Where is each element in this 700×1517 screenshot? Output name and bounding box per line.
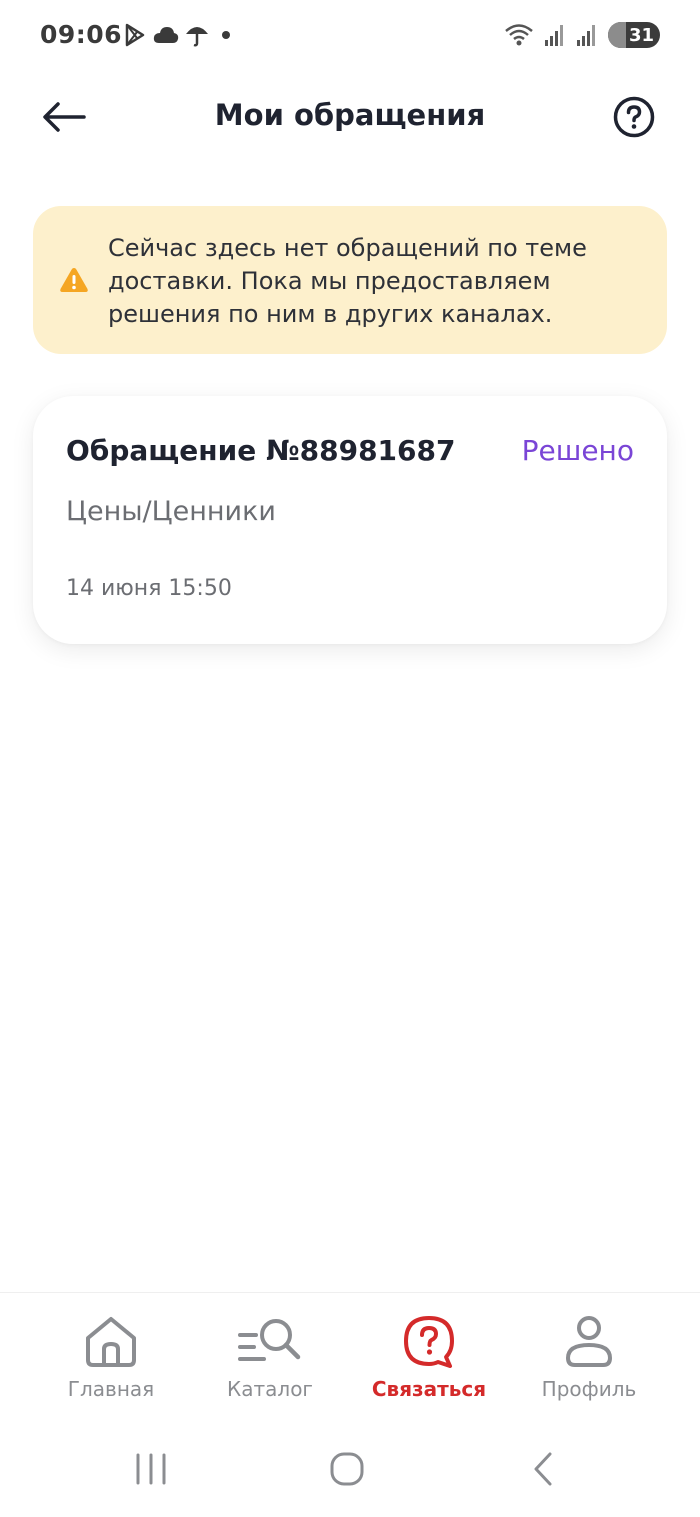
umbrella-icon [186,27,208,47]
nav-item-catalog[interactable]: Каталог [190,1313,350,1413]
chevron-left-icon [534,1452,552,1486]
notice-text: Сейчас здесь нет обращений по теме доста… [108,234,587,328]
status-right-icons: 31 [504,22,660,48]
nav-label-contact: Связаться [371,1377,487,1401]
home-circle-icon [330,1452,364,1486]
ticket-title: Обращение №88981687 [66,434,456,467]
dot-icon [222,31,230,39]
page-title: Мои обращения [214,98,486,132]
battery-level: 31 [628,24,654,46]
catalog-search-icon [238,1319,301,1361]
warning-icon [60,268,88,292]
profile-icon [565,1316,613,1367]
battery-indicator: 31 [608,22,660,48]
back-system-button[interactable] [513,1444,573,1494]
system-nav [0,1430,700,1510]
chat-question-icon [404,1316,454,1368]
cloud-icon [153,27,179,43]
ticket-topic: Цены/Ценники [66,496,276,527]
ticket-card[interactable]: Обращение №88981687 Решено Цены/Ценники … [33,396,667,644]
nav-item-contact[interactable]: Связаться [349,1313,509,1413]
bottom-nav: Главная Каталог Связаться Профиль [0,1292,700,1422]
info-notice: Сейчас здесь нет обращений по теме доста… [33,206,667,354]
status-time: 09:06 [40,20,123,49]
recent-apps-button[interactable] [121,1444,181,1494]
home-system-button[interactable] [317,1444,377,1494]
wifi-icon [505,24,533,46]
play-store-icon [125,23,145,47]
nav-item-home[interactable]: Главная [31,1313,191,1413]
ticket-status-badge: Решено [521,434,634,467]
help-button[interactable] [613,96,655,138]
question-circle-icon [613,96,655,138]
recent-apps-icon [136,1453,166,1485]
nav-label-profile: Профиль [541,1377,637,1401]
status-bar: 09:06 31 [0,0,700,72]
ticket-date: 14 июня 15:50 [66,576,232,601]
nav-label-catalog: Каталог [227,1377,313,1401]
signal-icon [577,25,595,46]
home-icon [86,1317,136,1367]
status-left-icons [122,22,234,48]
header: Мои обращения [0,80,700,154]
nav-item-profile[interactable]: Профиль [509,1313,669,1413]
screen: 09:06 31 Мои обращения Сейчас здесь нет … [0,0,700,1517]
nav-label-home: Главная [67,1377,155,1401]
signal-icon [545,25,563,46]
